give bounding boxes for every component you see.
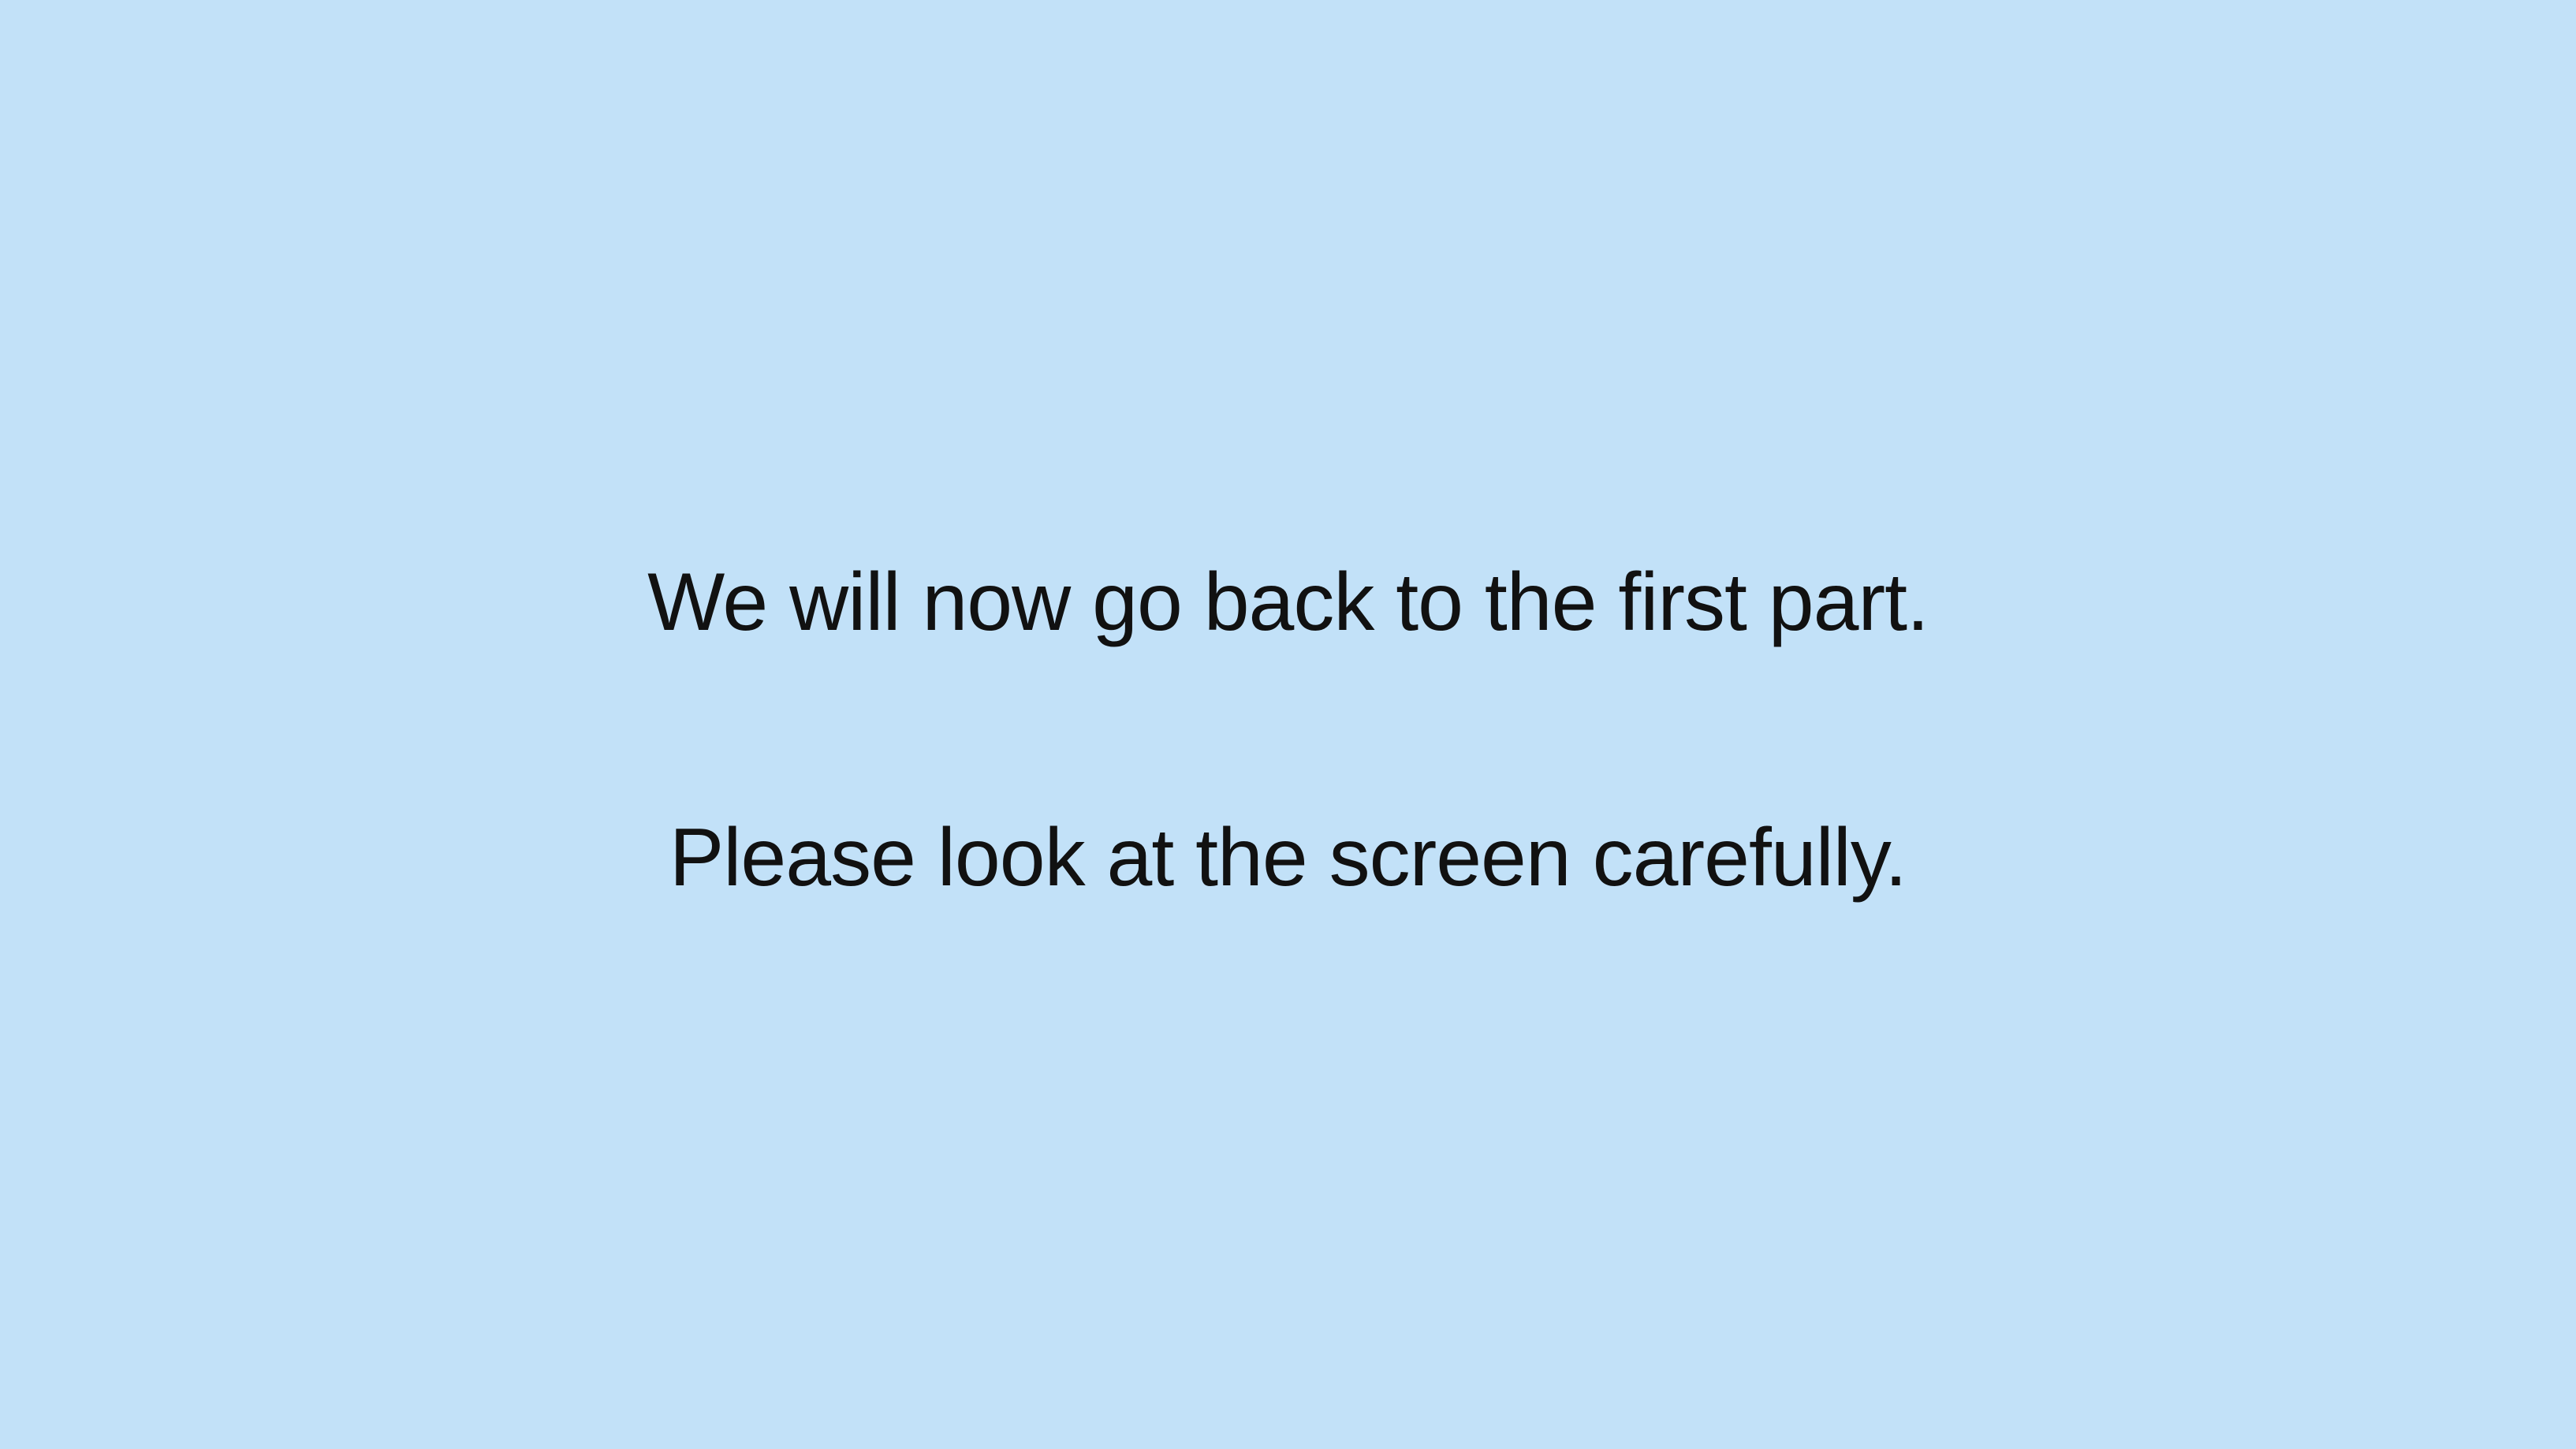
- instruction-line-1: We will now go back to the first part.: [647, 557, 1929, 648]
- instruction-screen: We will now go back to the first part. P…: [0, 0, 2576, 1449]
- instruction-line-2: Please look at the screen carefully.: [669, 812, 1907, 903]
